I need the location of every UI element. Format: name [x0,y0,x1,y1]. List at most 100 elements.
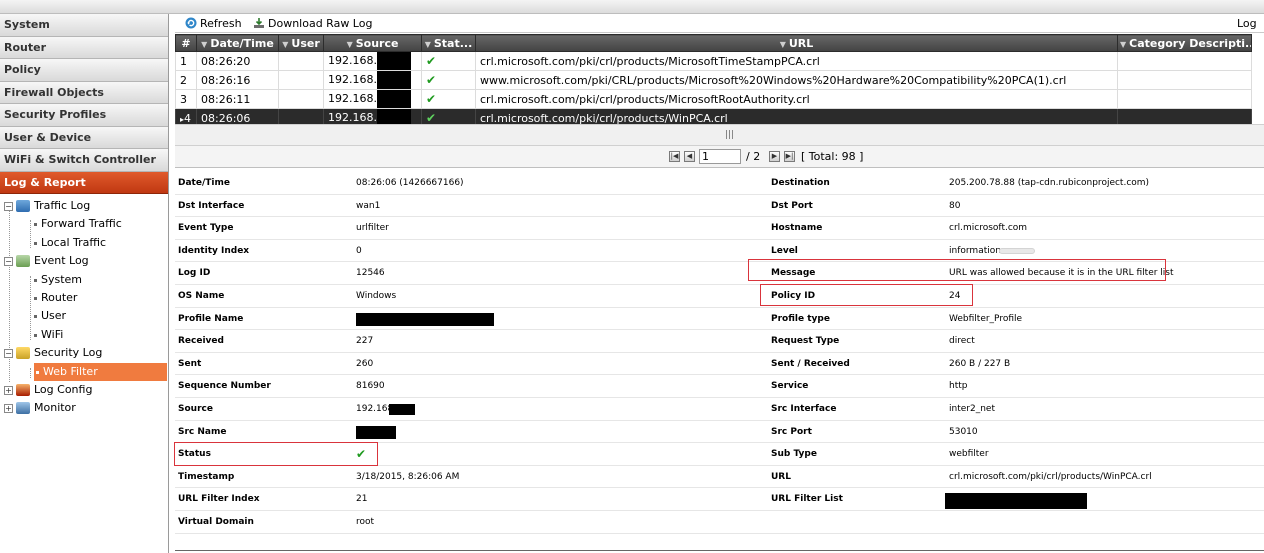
tree-label: User [41,309,67,322]
last-page-button[interactable]: ▶| [784,151,795,162]
tree-local-traffic[interactable]: Local Traffic [34,234,106,252]
collapse-icon[interactable]: − [4,256,13,266]
tree-forward-traffic[interactable]: Forward Traffic [34,215,122,233]
log-menu[interactable]: Log [1237,16,1257,32]
nav-firewall-objects[interactable]: Firewall Objects [0,81,168,104]
row-user [278,89,324,109]
filter-icon[interactable]: ▼ [201,40,207,49]
bullet-icon [34,333,37,337]
page-number-input[interactable] [699,149,741,164]
download-raw-log-button[interactable]: Download Raw Log [253,16,372,32]
allowed-check-icon: ✔ [426,73,437,87]
previous-page-button[interactable]: ◀ [684,151,695,162]
bottom-divider [175,550,1264,551]
collapse-icon[interactable]: − [4,348,13,358]
row-url: crl.microsoft.com/pki/crl/products/Micro… [475,89,1118,109]
filter-icon[interactable]: ▼ [425,40,431,49]
redacted-block [945,493,1087,510]
tree-monitor[interactable]: + Monitor [4,399,76,417]
row-number: 2 [175,70,197,90]
nav-system[interactable]: System [0,14,168,37]
tree-event-wifi[interactable]: WiFi [34,326,63,344]
row-category [1117,89,1252,109]
detail-value: 205.200.78.88 (tap-cdn.rubiconproject.co… [949,178,1150,188]
redacted-block [376,71,411,89]
detail-label: Log ID [178,268,211,279]
refresh-icon [185,17,197,29]
detail-value: root [356,517,375,527]
row-category [1117,70,1252,90]
detail-row: URL Filter Index 21 URL Filter List [175,488,1264,511]
column-header-user[interactable]: ▼ User [278,34,324,52]
nav-user-device[interactable]: User & Device [0,126,168,149]
tree-event-system[interactable]: System [34,271,82,289]
tree-log-config[interactable]: + Log Config [4,381,92,399]
tree-traffic-log[interactable]: − Traffic Log [4,197,90,215]
detail-row: Src Name Src Port 53010 [175,421,1264,444]
next-page-button[interactable]: ▶ [769,151,780,162]
nav-wifi-switch-controller[interactable]: WiFi & Switch Controller [0,149,168,172]
column-header-url[interactable]: ▼ URL [475,34,1118,52]
column-header-status[interactable]: ▼ Stat... [421,34,476,52]
expand-icon[interactable]: + [4,385,13,395]
collapse-icon[interactable]: − [4,201,13,211]
tree-label: Forward Traffic [41,217,122,230]
detail-value: 21 [356,494,368,505]
row-user [278,70,324,90]
detail-label: Sent [178,358,202,369]
filter-icon[interactable]: ▼ [780,40,786,49]
log-toolbar: Refresh Download Raw Log Log [175,14,1264,33]
detail-row: Timestamp 3/18/2015, 8:26:06 AM URL crl.mic… [175,466,1264,489]
bullet-icon [34,278,37,282]
table-row[interactable]: 3 08:26:11 192.168. ✔ crl.microsoft.com/… [175,89,1252,109]
filter-icon[interactable]: ▼ [282,40,288,49]
nav-policy[interactable]: Policy [0,59,168,82]
column-header-source[interactable]: ▼ Source [323,34,422,52]
detail-value: 260 [356,358,374,369]
page-count: / 2 [746,150,761,163]
filter-icon[interactable]: ▼ [347,40,353,49]
bullet-icon [34,296,37,300]
detail-value: inter2_net [949,404,995,414]
scroll-grip-icon[interactable]: ||| [725,130,734,140]
detail-value: 0 [356,245,362,256]
download-icon [254,18,264,28]
detail-value: 227 [356,336,374,347]
allowed-check-icon: ✔ [426,92,437,106]
column-header-number[interactable]: # [175,34,197,52]
tree-event-log[interactable]: − Event Log [4,252,89,270]
detail-label: Profile type [771,313,830,324]
nav-router[interactable]: Router [0,36,168,59]
redacted-block [376,90,411,108]
detail-label: Src Port [771,426,812,437]
detail-value: wan1 [356,200,381,211]
column-header-category[interactable]: ▼ Category Descripti... [1117,34,1252,52]
window-top-strip [0,0,1264,14]
detail-value: 80 [949,200,961,211]
detail-label: URL Filter List [771,494,843,505]
row-source: 192.168. [323,51,422,71]
filter-icon[interactable]: ▼ [1120,40,1126,49]
column-header-datetime[interactable]: ▼ Date/Time [196,34,279,52]
horizontal-scrollbar[interactable]: ||| [175,124,1264,146]
detail-row: Profile Name Profile type Webfilter_Profil… [175,308,1264,331]
detail-value: 260 B / 227 B [949,358,1011,369]
detail-row: Received 227 Request Type direct [175,330,1264,353]
bullet-icon [34,241,37,245]
table-row[interactable]: 1 08:26:20 192.168. ✔ crl.microsoft.com/… [175,51,1252,71]
refresh-button[interactable]: Refresh [185,16,242,32]
row-number: 1 [175,51,197,71]
detail-value: webfilter [949,449,989,460]
tree-web-filter[interactable]: Web Filter [34,363,167,381]
detail-value: Webfilter_Profile [949,313,1023,324]
first-page-button[interactable]: |◀ [669,151,680,162]
tree-event-router[interactable]: Router [34,289,77,307]
expand-icon[interactable]: + [4,403,13,413]
tree-event-user[interactable]: User [34,307,66,325]
detail-label: OS Name [178,291,225,301]
tree-security-log[interactable]: − Security Log [4,344,102,362]
nav-log-report[interactable]: Log & Report [0,171,168,194]
nav-security-profiles[interactable]: Security Profiles [0,104,168,127]
detail-label: Identity Index [178,245,250,256]
table-row[interactable]: 2 08:26:16 192.168. ✔ www.microsoft.com/… [175,70,1252,90]
